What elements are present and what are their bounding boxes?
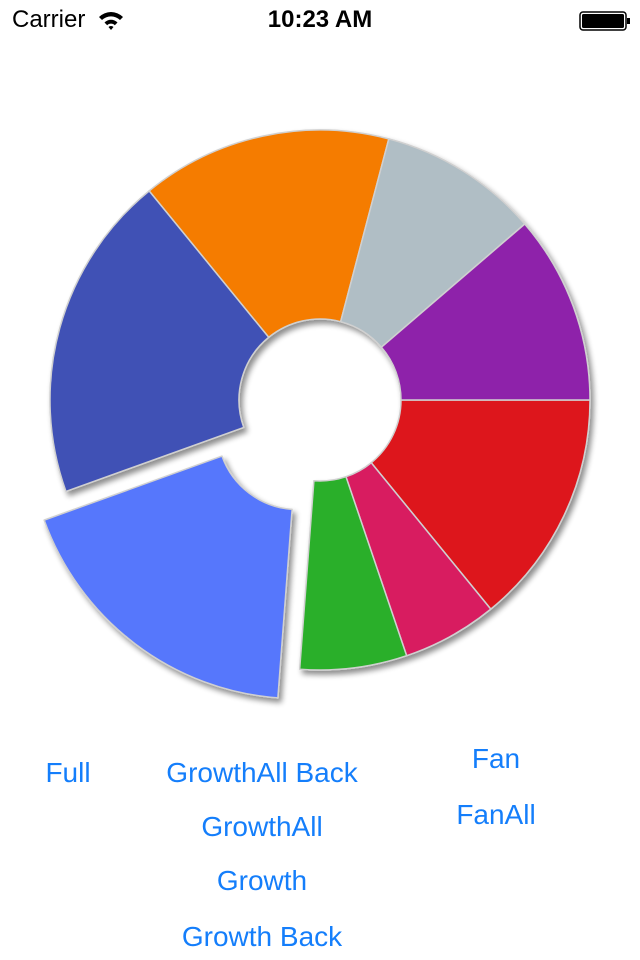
growth-button[interactable]: Growth xyxy=(217,864,307,898)
clock: 10:23 AM xyxy=(267,6,373,33)
pie-slice-light-blue[interactable] xyxy=(43,455,293,699)
growth-all-button[interactable]: GrowthAll xyxy=(201,810,322,844)
fan-all-button[interactable]: FanAll xyxy=(456,798,535,832)
battery-fill xyxy=(582,14,624,28)
battery-full-icon xyxy=(579,11,630,31)
status-bar: Carrier 10:23 AM xyxy=(0,0,640,40)
growth-all-back-button[interactable]: GrowthAll Back xyxy=(166,756,357,790)
donut-chart xyxy=(43,129,591,699)
fan-button[interactable]: Fan xyxy=(472,742,520,776)
growth-back-button[interactable]: Growth Back xyxy=(182,920,342,954)
full-button[interactable]: Full xyxy=(45,756,90,790)
